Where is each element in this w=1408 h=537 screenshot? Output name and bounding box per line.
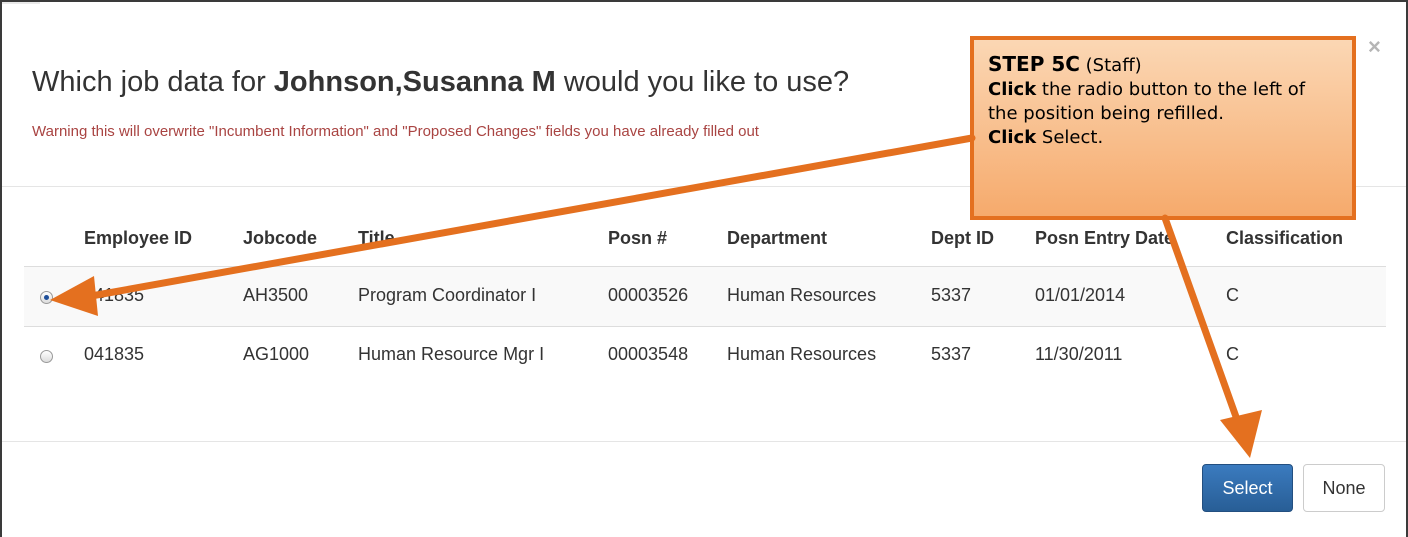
table-row[interactable] [24,267,1386,327]
cell-title: Human Resource Mgr I [358,344,545,364]
select-button[interactable]: Select [1202,464,1293,512]
col-header-department: Department [727,228,828,248]
callout-step: STEP 5C [988,52,1080,76]
cell-jobcode: AH3500 [243,285,309,305]
callout-instruction-1: Click the radio button to the left of th… [988,78,1338,126]
col-header-dept-id: Dept ID [931,228,994,248]
title-suffix: would you like to use? [555,66,850,98]
close-icon[interactable]: × [1368,36,1381,58]
none-button[interactable]: None [1303,464,1385,512]
callout-heading: STEP 5C (Staff) [988,52,1338,78]
callout-click-1: Click [988,79,1037,100]
col-header-title: Title [358,228,395,248]
cell-employee-id: 041835 [84,344,145,364]
cell-department: Human Resources [727,285,877,305]
col-header-employee-id: Employee ID [84,228,193,248]
cell-posn: 00003548 [608,344,689,364]
title-prefix: Which job data for [32,66,274,98]
cell-department: Human Resources [727,344,877,364]
dialog-title: Which job data for Johnson,Susanna M wou… [32,66,849,99]
row-radio-button[interactable] [40,350,53,363]
modal-dialog: × Which job data for Johnson,Susanna M w… [0,0,1408,537]
cell-title: Program Coordinator I [358,285,537,305]
callout-step-note: (Staff) [1079,55,1142,76]
frame-border-top [0,0,1408,2]
cell-dept-id: 5337 [931,344,972,364]
col-header-classification: Classification [1226,228,1344,248]
cell-classification: C [1226,344,1239,364]
col-header-posn: Posn # [608,228,668,248]
callout-click-2: Click [988,127,1037,148]
cell-jobcode: AG1000 [243,344,310,364]
cell-posn-entry-date: 01/01/2014 [1035,285,1126,305]
cell-posn: 00003526 [608,285,689,305]
callout-text-1: the radio button to the left of the posi… [988,79,1306,124]
overwrite-warning: Warning this will overwrite "Incumbent I… [32,123,759,140]
callout-instruction-2: Click Select. [988,126,1338,150]
cell-posn-entry-date: 11/30/2011 [1035,344,1123,364]
row-divider [24,326,1386,327]
frame-border-left [0,0,2,537]
footer-divider [2,441,1406,442]
cell-dept-id: 5337 [931,285,972,305]
col-header-jobcode: Jobcode [243,228,318,248]
callout-text-2: Select. [1036,127,1104,148]
step-callout: STEP 5C (Staff) Click the radio button t… [970,36,1356,220]
arrow-to-select [1161,214,1262,458]
cell-employee-id: 041835 [84,285,145,305]
employee-name: Johnson,Susanna M [273,66,556,98]
cell-classification: C [1226,285,1239,305]
row-radio-button[interactable] [40,291,53,304]
col-header-posn-entry-date: Posn Entry Date [1035,228,1175,248]
